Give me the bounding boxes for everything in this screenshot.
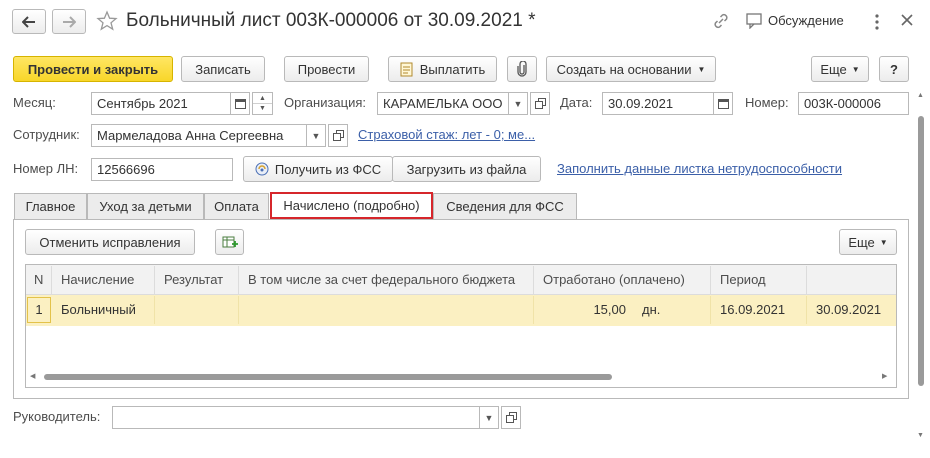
col-header-accrual[interactable]: Начисление — [53, 266, 155, 294]
cell-n[interactable]: 1 — [27, 297, 51, 323]
tab-fss-info[interactable]: Сведения для ФСС — [433, 193, 577, 219]
tab-child-care[interactable]: Уход за детьми — [87, 193, 204, 219]
more-vertical-icon[interactable] — [872, 12, 882, 32]
create-based-on-button[interactable]: Создать на основании ▼ — [546, 56, 716, 82]
post-and-close-button[interactable]: Провести и закрыть — [13, 56, 173, 82]
scrollbar-thumb[interactable] — [44, 374, 612, 380]
page-title: Больничный лист 003К-000006 от 30.09.202… — [126, 10, 536, 31]
tab-main[interactable]: Главное — [14, 193, 87, 219]
cell-period-from[interactable]: 16.09.2021 — [712, 296, 807, 324]
vertical-scrollbar-thumb[interactable] — [918, 116, 924, 386]
cell-period-to[interactable]: 30.09.2021 — [808, 296, 896, 324]
employee-open-button[interactable] — [328, 124, 348, 147]
discussion-link[interactable]: Обсуждение — [768, 11, 844, 31]
number-label: Номер: — [745, 95, 789, 110]
pay-label: Выплатить — [419, 61, 486, 77]
cell-worked-unit[interactable]: дн. — [634, 296, 711, 324]
save-button[interactable]: Записать — [181, 56, 265, 82]
scroll-up-icon[interactable]: ▲ — [917, 92, 924, 99]
attach-button[interactable] — [507, 56, 537, 82]
spin-up-icon[interactable]: ▲ — [253, 93, 272, 104]
manager-field[interactable] — [112, 406, 480, 429]
manager-label: Руководитель: — [13, 409, 101, 424]
add-row-button[interactable] — [215, 229, 244, 255]
col-header-federal-budget[interactable]: В том числе за счет федерального бюджета — [240, 266, 534, 294]
date-label: Дата: — [560, 95, 593, 110]
manager-dropdown-button[interactable]: ▼ — [479, 406, 499, 429]
manager-open-button[interactable] — [501, 406, 521, 429]
cell-accrual[interactable]: Больничный — [53, 296, 155, 324]
tab-accrued-detailed[interactable]: Начислено (подробно) — [270, 192, 433, 219]
organization-field[interactable]: КАРАМЕЛЬКА ООО — [377, 92, 509, 115]
cancel-corrections-button[interactable]: Отменить исправления — [25, 229, 195, 255]
arrow-left-icon — [22, 15, 36, 28]
paperclip-icon — [516, 61, 528, 77]
organization-dropdown-button[interactable]: ▼ — [508, 92, 528, 115]
col-header-result[interactable]: Результат — [156, 266, 239, 294]
employee-dropdown-button[interactable]: ▼ — [306, 124, 326, 147]
month-field[interactable]: Сентябрь 2021 — [91, 92, 231, 115]
number-field[interactable]: 003К-000006 — [798, 92, 909, 115]
more-actions-label: Еще — [820, 61, 847, 77]
post-button[interactable]: Провести — [284, 56, 369, 82]
col-header-period[interactable]: Период — [712, 266, 807, 294]
help-button[interactable]: ? — [879, 56, 909, 82]
calendar-icon — [234, 98, 246, 109]
get-from-fss-label: Получить из ФСС — [274, 161, 382, 177]
create-based-on-label: Создать на основании — [556, 61, 692, 77]
col-header-worked[interactable]: Отработано (оплачено) — [535, 266, 711, 294]
scroll-right-icon[interactable]: ▶ — [882, 372, 887, 382]
cell-federal-budget[interactable] — [240, 296, 534, 324]
load-from-file-button[interactable]: Загрузить из файла — [392, 156, 541, 182]
panel-more-label: Еще — [848, 234, 875, 250]
spin-down-icon[interactable]: ▼ — [253, 104, 272, 114]
cell-worked-value[interactable]: 15,00 — [535, 296, 634, 324]
fill-sick-leave-data-link[interactable]: Заполнить данные листка нетрудоспособнос… — [557, 158, 842, 180]
fss-icon — [255, 162, 269, 176]
sick-leave-number-label: Номер ЛН: — [13, 161, 79, 176]
cell-result[interactable] — [156, 296, 239, 324]
favorite-star-icon[interactable] — [96, 10, 118, 35]
tab-payment[interactable]: Оплата — [204, 193, 269, 219]
sick-leave-number-field[interactable]: 12566696 — [91, 158, 233, 181]
open-icon — [332, 130, 344, 141]
close-icon[interactable] — [900, 13, 914, 30]
scroll-down-icon[interactable]: ▼ — [917, 432, 924, 439]
vertical-scrollbar[interactable]: ▲ ▼ — [916, 92, 926, 446]
organization-label: Организация: — [284, 95, 367, 110]
back-button[interactable] — [12, 9, 46, 34]
pay-icon — [400, 62, 414, 77]
horizontal-scrollbar[interactable]: ◀ ▶ — [30, 372, 892, 382]
panel-more-button[interactable]: Еще ▼ — [839, 229, 897, 255]
organization-open-button[interactable] — [530, 92, 550, 115]
forward-button[interactable] — [52, 9, 86, 34]
arrow-right-icon — [62, 15, 76, 28]
get-from-fss-button[interactable]: Получить из ФСС — [243, 156, 393, 182]
date-field[interactable]: 30.09.2021 — [602, 92, 714, 115]
month-label: Месяц: — [13, 95, 56, 110]
col-header-period-end[interactable] — [808, 266, 896, 294]
dropdown-arrow-icon: ▼ — [697, 64, 706, 74]
calendar-icon — [717, 98, 729, 109]
date-calendar-button[interactable] — [713, 92, 733, 115]
insurance-experience-link[interactable]: Страховой стаж: лет - 0; ме... — [358, 124, 535, 146]
open-icon — [534, 98, 546, 109]
pay-button[interactable]: Выплатить — [388, 56, 497, 82]
col-header-n[interactable]: N — [26, 266, 52, 294]
table-add-icon — [222, 235, 238, 249]
discussion-icon[interactable] — [746, 13, 764, 32]
employee-label: Сотрудник: — [13, 127, 80, 142]
month-spinner[interactable]: ▲ ▼ — [252, 92, 273, 115]
scroll-left-icon[interactable]: ◀ — [30, 372, 35, 382]
more-actions-button[interactable]: Еще ▼ — [811, 56, 869, 82]
dropdown-arrow-icon: ▼ — [879, 237, 888, 247]
link-icon[interactable] — [712, 12, 730, 33]
month-calendar-button[interactable] — [230, 92, 250, 115]
employee-field[interactable]: Мармеладова Анна Сергеевна — [91, 124, 307, 147]
dropdown-arrow-icon: ▼ — [851, 64, 860, 74]
open-icon — [505, 412, 517, 423]
